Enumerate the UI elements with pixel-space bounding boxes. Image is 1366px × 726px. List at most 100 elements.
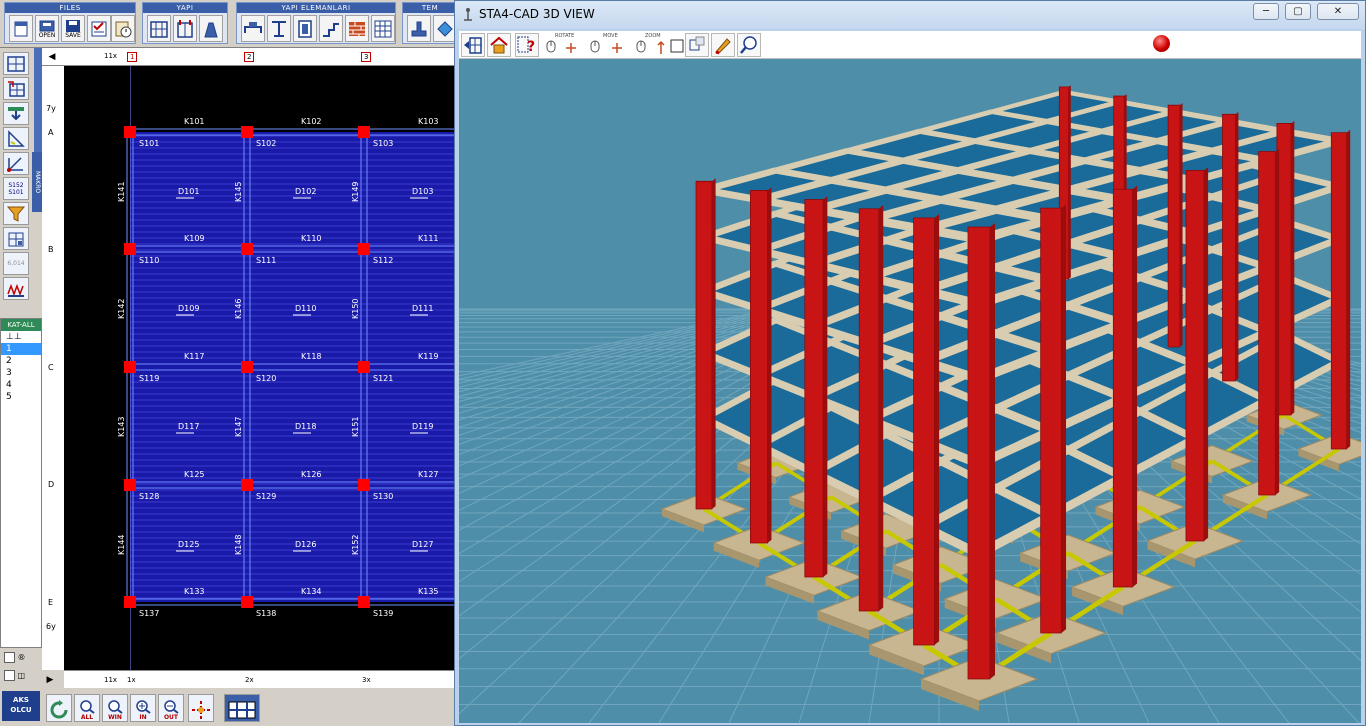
- spring-support-button[interactable]: [3, 277, 29, 300]
- floor-item-4[interactable]: 4: [1, 379, 41, 391]
- stop-animation-button[interactable]: [1153, 35, 1170, 52]
- yapi-group: YAPI: [142, 2, 228, 44]
- brick-wall-button[interactable]: [345, 15, 369, 42]
- top-dim-label: 11x: [104, 52, 118, 60]
- slab-label: D101: [178, 187, 199, 196]
- plan-drawing-canvas[interactable]: K101 K102 K103 K109 K110 K111 K117 K118 K119 K125…: [64, 66, 454, 670]
- column: [804, 199, 824, 578]
- minimize-button[interactable]: ─: [1253, 3, 1279, 20]
- rotate-move-button[interactable]: [559, 33, 583, 57]
- save-file-button[interactable]: SAVE: [61, 15, 85, 42]
- column-label: S137: [139, 609, 159, 618]
- column-label: S129: [256, 492, 276, 501]
- settings-sheet-button[interactable]: [87, 15, 111, 42]
- 3d-scene-viewport[interactable]: [459, 59, 1361, 723]
- floor-item-foundation[interactable]: ⊥⊥: [1, 331, 41, 343]
- close-button[interactable]: ✕: [1317, 3, 1359, 20]
- pan-button[interactable]: [188, 694, 214, 722]
- frame-display-button[interactable]: [224, 694, 260, 722]
- scroll-down-arrow[interactable]: ▶: [44, 673, 56, 687]
- beam-label: K152: [351, 534, 360, 555]
- maximize-button[interactable]: ▢: [1285, 3, 1311, 20]
- temel-group-title: TEM: [403, 3, 457, 13]
- refresh-button[interactable]: [46, 694, 72, 722]
- calculator-button[interactable]: [111, 15, 135, 42]
- beam-label: K151: [351, 416, 360, 437]
- wall-tool-button[interactable]: [293, 15, 317, 42]
- beam-label: K142: [117, 298, 126, 319]
- plan-bottom-ruler: ▶ 11x 1x 2x 3x: [47, 670, 454, 688]
- column-label: S110: [139, 256, 159, 265]
- axis-3-label: 3: [361, 52, 372, 62]
- column-side: [1179, 103, 1183, 347]
- column-side: [990, 223, 995, 679]
- move-pan-button[interactable]: [605, 33, 629, 57]
- plan-view-panel: ◀ 11x 1 2 3 7y A B C D E 6y K101 K102 K103…: [42, 48, 454, 688]
- layer-icon: ◫: [17, 671, 26, 680]
- beam-label: K134: [301, 587, 322, 596]
- square-outline-icon: [670, 39, 684, 53]
- frame-copy-button[interactable]: [3, 77, 29, 100]
- zoom-in-icon: [136, 700, 151, 714]
- layer-option-2-checkbox[interactable]: ◫: [4, 670, 32, 684]
- help-select-button[interactable]: ?: [515, 33, 539, 57]
- foundation-tool-button[interactable]: [407, 15, 431, 42]
- zoom-in-button[interactable]: IN: [130, 694, 156, 722]
- beam-tool-button[interactable]: [241, 15, 265, 42]
- 3d-structure-render: [459, 85, 1361, 723]
- load-down-button[interactable]: [3, 102, 29, 125]
- beam-label: K103: [418, 117, 439, 126]
- column-side: [1068, 85, 1071, 279]
- open-file-button[interactable]: OPEN: [35, 15, 59, 42]
- layer-option-1-checkbox[interactable]: ®: [4, 652, 32, 666]
- floor-list-header[interactable]: KAT-ALL: [1, 319, 41, 331]
- grid-tool-button[interactable]: [371, 15, 395, 42]
- back-to-plan-button[interactable]: [461, 33, 485, 57]
- foundation-icon: [411, 21, 427, 36]
- bottom-y-dim: 6y: [46, 622, 56, 631]
- floor-item-5[interactable]: 5: [1, 391, 41, 403]
- new-file-button[interactable]: [9, 15, 33, 42]
- axis-tool-button[interactable]: [3, 152, 29, 175]
- section-button[interactable]: [199, 15, 223, 42]
- makro-tab[interactable]: MAKRO: [32, 152, 42, 212]
- stair-tool-button[interactable]: [319, 15, 343, 42]
- zoom-out-button[interactable]: OUT: [158, 694, 184, 722]
- brick-wall-icon: [349, 21, 365, 36]
- bottom-dim-1x: 1x: [127, 676, 136, 684]
- frame-grid-button[interactable]: [147, 15, 171, 42]
- column-side: [711, 178, 716, 509]
- filter-button[interactable]: [3, 202, 29, 225]
- dimension-tool-button[interactable]: [3, 127, 29, 150]
- section-cut-icon: [8, 232, 24, 246]
- zoom-window-button[interactable]: WIN: [102, 694, 128, 722]
- column-label: S120: [256, 374, 276, 383]
- frame-toggle-button[interactable]: [685, 33, 709, 57]
- frame-load-button[interactable]: [173, 15, 197, 42]
- beam-label: K110: [301, 234, 322, 243]
- floor-item-2[interactable]: 2: [1, 355, 41, 367]
- floor-item-1[interactable]: 1: [1, 343, 41, 355]
- files-group: FILES OPEN SAVE: [4, 2, 136, 44]
- home-view-button[interactable]: [487, 33, 511, 57]
- frame-load-icon: [177, 19, 193, 38]
- axis-a-label: A: [48, 128, 54, 137]
- scroll-left-arrow[interactable]: ◀: [46, 50, 58, 64]
- floor-item-3[interactable]: 3: [1, 367, 41, 379]
- zoom-fit-button[interactable]: [737, 33, 761, 57]
- render-style-button[interactable]: [711, 33, 735, 57]
- aks-olcu-button[interactable]: AKS OLCU: [2, 691, 40, 721]
- zoom-all-button[interactable]: ALL: [74, 694, 100, 722]
- axis-b-label: B: [48, 245, 54, 254]
- column-tool-button[interactable]: [267, 15, 291, 42]
- mouse-icon: [636, 40, 646, 53]
- axis-1-label: 1: [127, 52, 138, 62]
- dimension-value-button[interactable]: 6,014: [3, 252, 29, 275]
- frame-arrow-icon: [464, 37, 482, 54]
- section-cut-button[interactable]: [3, 227, 29, 250]
- yapi-elemanlari-group: YAPI ELEMANLARI: [236, 2, 396, 44]
- 3d-view-titlebar[interactable]: STA4-CAD 3D VIEW ─ ▢ ✕: [455, 1, 1365, 29]
- move-mouse-button[interactable]: [583, 33, 607, 57]
- slab-numbering-button[interactable]: S152 S101: [3, 177, 29, 200]
- plan-view-button[interactable]: [3, 52, 29, 75]
